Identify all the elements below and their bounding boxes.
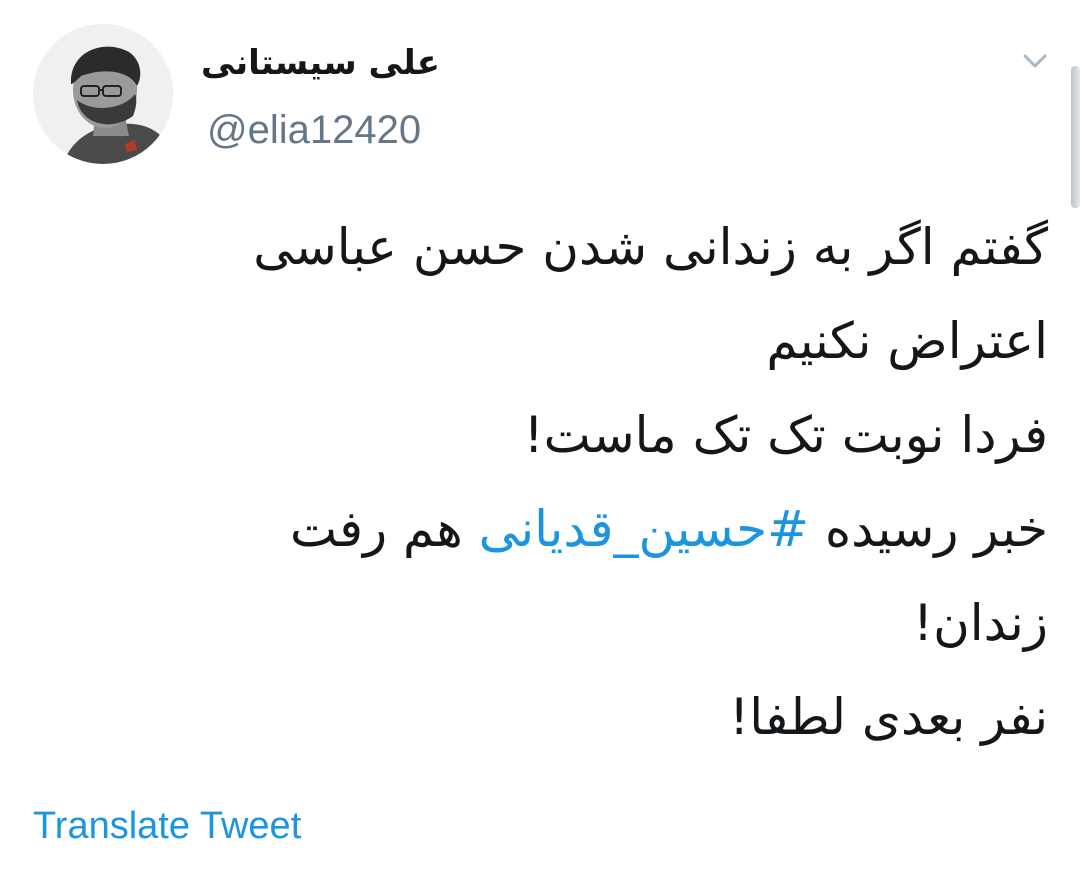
translate-tweet-link[interactable]: Translate Tweet [33,803,301,849]
author-handle[interactable]: @elia12420 [207,104,421,156]
tweet-text: گفتم اگر به زندانی شدن حسن عباسی اعتراض … [168,200,1048,764]
tweet-line-with-hashtag: خبر رسیده #حسین_قدیانی هم رفت [168,482,1048,576]
tweet-card: علی سیستانی @elia12420 گفتم اگر به زندان… [0,0,1080,893]
avatar-photo [33,24,173,164]
hashtag-link[interactable]: #حسین_قدیانی [479,500,809,558]
author-avatar[interactable] [33,24,173,164]
chevron-down-icon[interactable] [1015,46,1055,76]
tweet-line: فردا نوبت تک تک ماست! [523,406,1048,464]
tweet-line: گفتم اگر به زندانی شدن حسن عباسی [253,218,1048,276]
scrollbar-thumb[interactable] [1071,66,1080,208]
author-display-name[interactable]: علی سیستانی [201,40,440,86]
tweet-line: زندان! [913,594,1048,652]
tweet-line: نفر بعدی لطفا! [729,688,1048,746]
tweet-text-segment: هم رفت [290,500,479,558]
tweet-text-segment: خبر رسیده [809,500,1048,558]
tweet-line: اعتراض نکنیم [766,312,1048,370]
